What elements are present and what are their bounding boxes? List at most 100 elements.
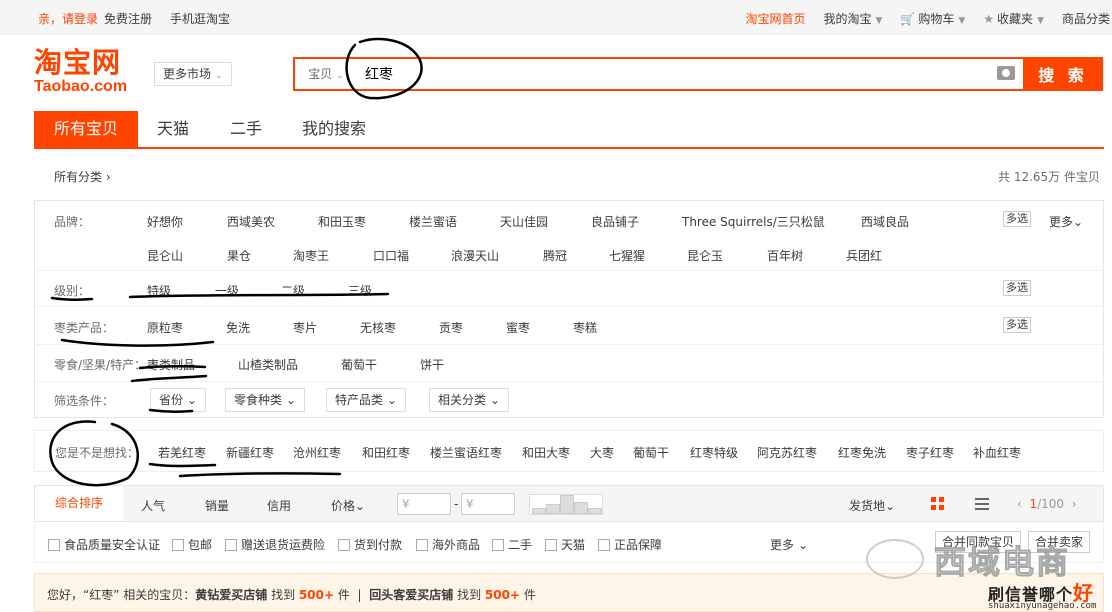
next-page-icon[interactable]: › — [1072, 497, 1077, 511]
sort-default[interactable]: 综合排序 — [35, 486, 123, 521]
brand-option[interactable]: 昆仑玉 — [687, 247, 723, 264]
brand-option[interactable]: 西域良品 — [861, 213, 909, 230]
suggestion-link[interactable]: 和田大枣 — [522, 444, 570, 461]
grid-view-icon[interactable] — [931, 497, 945, 511]
my-taobao-menu[interactable]: 我的淘宝 ▼ — [823, 10, 882, 27]
product-option[interactable]: 原粒枣 — [147, 319, 183, 336]
service-checkbox[interactable]: 天猫 — [545, 536, 585, 553]
snack-option[interactable]: 枣类制品 — [147, 356, 195, 373]
brand-option[interactable]: 浪漫天山 — [451, 247, 499, 264]
list-view-icon[interactable] — [975, 498, 989, 510]
brand-option[interactable]: 淘枣王 — [293, 247, 329, 264]
service-checkbox[interactable]: 货到付款 — [338, 536, 402, 553]
more-market-dropdown[interactable]: 更多市场 ⌄ — [154, 62, 232, 86]
service-checkbox[interactable]: 包邮 — [172, 536, 212, 553]
suggestion-link[interactable]: 楼兰蜜语红枣 — [430, 444, 502, 461]
suggestion-link[interactable]: 补血红枣 — [973, 444, 1021, 461]
related-category-dropdown[interactable]: 相关分类 ⌄ — [429, 388, 509, 412]
brand-option[interactable]: 良品铺子 — [591, 213, 639, 230]
snack-option[interactable]: 饼干 — [420, 356, 444, 373]
brand-option[interactable]: 兵团红 — [846, 247, 882, 264]
multi-select-button[interactable]: 多选 — [1003, 211, 1031, 227]
chevron-down-icon: ⌄ — [386, 393, 397, 407]
brand-option[interactable]: Three Squirrels/三只松鼠 — [682, 213, 825, 230]
suggestion-link[interactable]: 和田红枣 — [362, 444, 410, 461]
service-checkbox[interactable]: 正品保障 — [598, 536, 662, 553]
product-option[interactable]: 免洗 — [226, 319, 250, 336]
snack-type-dropdown[interactable]: 零食种类 ⌄ — [225, 388, 305, 412]
filter-row-grade: 级别： 特级 一级 二级 三级 多选 — [35, 271, 1103, 307]
brand-option[interactable]: 和田玉枣 — [318, 213, 366, 230]
suggestion-link[interactable]: 大枣 — [590, 444, 614, 461]
breadcrumb[interactable]: 所有分类 › — [54, 168, 111, 185]
suggestion-link[interactable]: 葡萄干 — [633, 444, 669, 461]
brand-option[interactable]: 口口福 — [373, 247, 409, 264]
brand-option[interactable]: 好想你 — [147, 213, 183, 230]
tab-tmall[interactable]: 天猫 — [157, 111, 189, 147]
price-max-input[interactable]: ¥ — [461, 493, 515, 515]
mobile-taobao-link[interactable]: 手机逛淘宝 — [170, 10, 230, 27]
register-link[interactable]: 免费注册 — [104, 10, 152, 27]
search-input[interactable] — [365, 59, 985, 89]
brand-option[interactable]: 西域美农 — [227, 213, 275, 230]
taobao-logo[interactable]: 淘宝网 Taobao.com — [34, 48, 142, 98]
tab-all-items[interactable]: 所有宝贝 — [34, 111, 139, 147]
grade-option[interactable]: 特级 — [147, 282, 171, 299]
sort-sales[interactable]: 销量 — [205, 497, 229, 514]
suggestion-link[interactable]: 若羌红枣 — [158, 444, 206, 461]
brand-option[interactable]: 楼兰蜜语 — [409, 213, 457, 230]
grade-option[interactable]: 三级 — [348, 282, 372, 299]
suggestion-link[interactable]: 红枣特级 — [690, 444, 738, 461]
product-option[interactable]: 枣片 — [293, 319, 317, 336]
taobao-home-link[interactable]: 淘宝网首页 — [745, 10, 805, 27]
snack-option[interactable]: 山楂类制品 — [238, 356, 298, 373]
grade-option[interactable]: 二级 — [281, 282, 305, 299]
product-option[interactable]: 贡枣 — [439, 319, 463, 336]
shop-type-link[interactable]: 回头客爱买店铺 — [369, 588, 453, 602]
suggestion-link[interactable]: 阿克苏红枣 — [757, 444, 817, 461]
service-checkbox[interactable]: 赠送退货运费险 — [225, 536, 325, 553]
suggestion-link[interactable]: 新疆红枣 — [226, 444, 274, 461]
price-min-input[interactable]: ¥ — [397, 493, 451, 515]
price-histogram[interactable] — [529, 494, 603, 515]
product-option[interactable]: 蜜枣 — [506, 319, 530, 336]
suggestion-link[interactable]: 红枣免洗 — [838, 444, 886, 461]
brand-option[interactable]: 七猩猩 — [609, 247, 645, 264]
brand-option[interactable]: 果仓 — [227, 247, 251, 264]
more-services-link[interactable]: 更多 ⌄ — [770, 536, 808, 553]
sort-popularity[interactable]: 人气 — [141, 497, 165, 514]
ship-from-dropdown[interactable]: 发货地⌄ — [849, 497, 895, 514]
service-checkbox[interactable]: 海外商品 — [416, 536, 480, 553]
tab-my-search[interactable]: 我的搜索 — [302, 111, 366, 147]
cart-menu[interactable]: 🛒 购物车 ▼ — [900, 10, 965, 27]
specialty-dropdown[interactable]: 特产品类 ⌄ — [326, 388, 406, 412]
service-checkbox[interactable]: 食品质量安全认证 — [48, 536, 160, 553]
category-menu[interactable]: 商品分类 — [1062, 10, 1110, 27]
suggestion-link[interactable]: 沧州红枣 — [293, 444, 341, 461]
multi-select-button[interactable]: 多选 — [1003, 280, 1031, 296]
shop-type-link[interactable]: 黄钻爱买店铺 — [195, 588, 267, 602]
province-dropdown[interactable]: 省份 ⌄ — [150, 388, 206, 412]
brand-option[interactable]: 腾冠 — [543, 247, 567, 264]
snack-option[interactable]: 葡萄干 — [341, 356, 377, 373]
service-checkbox[interactable]: 二手 — [492, 536, 532, 553]
more-brands-link[interactable]: 更多⌄ — [1049, 213, 1083, 230]
brand-option[interactable]: 天山佳园 — [500, 213, 548, 230]
prev-page-icon[interactable]: ‹ — [1017, 497, 1022, 511]
brand-option[interactable]: 百年树 — [767, 247, 803, 264]
brand-option[interactable]: 昆仑山 — [147, 247, 183, 264]
sort-credit[interactable]: 信用 — [267, 497, 291, 514]
grade-option[interactable]: 一级 — [215, 282, 239, 299]
favorites-menu[interactable]: ★ 收藏夹 ▼ — [983, 10, 1044, 27]
login-link[interactable]: 亲，请登录 — [38, 10, 98, 27]
multi-select-button[interactable]: 多选 — [1003, 317, 1031, 333]
camera-icon[interactable] — [997, 66, 1015, 80]
search-type-dropdown[interactable]: 宝贝 ⌄ — [295, 59, 357, 89]
sort-price[interactable]: 价格⌄ — [331, 497, 365, 514]
product-option[interactable]: 无核枣 — [360, 319, 396, 336]
suggestion-link[interactable]: 枣子红枣 — [906, 444, 954, 461]
product-option[interactable]: 枣糕 — [573, 319, 597, 336]
search-button[interactable]: 搜 索 — [1023, 57, 1103, 91]
chevron-down-icon: ▼ — [875, 16, 883, 26]
tab-second-hand[interactable]: 二手 — [230, 111, 262, 147]
